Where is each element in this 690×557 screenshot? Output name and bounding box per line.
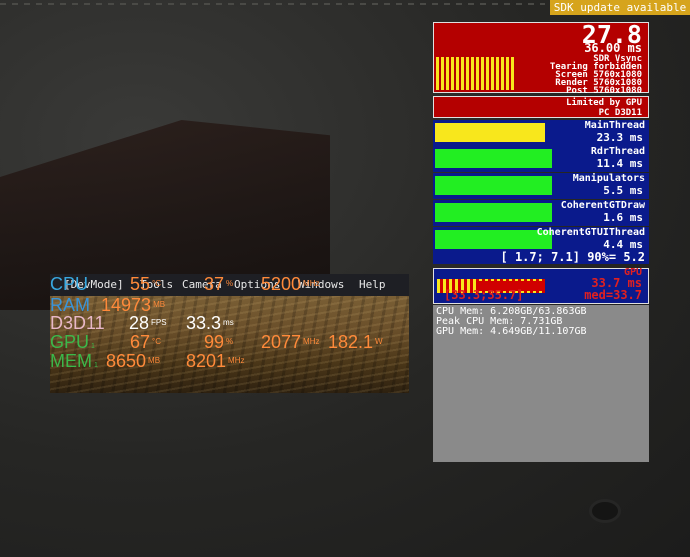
thread-name: CoherentGTDraw — [560, 200, 645, 211]
gpu-time-panel: GPU 33.7 ms [33.3;35.7] med=33.7 — [433, 267, 649, 304]
post-resolution: Post 5760x1080 — [566, 86, 642, 96]
gpu-time-median: med=33.7 — [584, 288, 642, 302]
gpu-mem-text: GPU Mem: 4.649GB/11.107GB — [436, 326, 587, 337]
thread-name: RdrThread — [590, 146, 645, 157]
fps-panel: 27.8 36.00 ms SDR Vsync Tearing forbidde… — [433, 20, 649, 96]
sdk-update-banner[interactable]: SDK update available — [550, 0, 690, 15]
d3d11-label: D3D11 — [50, 313, 105, 333]
thread-time: 1.6 ms — [603, 211, 643, 224]
thread-row-manipulators: Manipulators 5.5 ms — [433, 173, 649, 199]
thread-load-bar — [435, 123, 545, 142]
gpu-load: 99% — [204, 332, 234, 352]
thread-name: CoherentGTUIThread — [536, 227, 645, 238]
thread-row-rdrthread: RdrThread 11.4 ms — [433, 146, 649, 172]
cpu-temp: 55 °C — [130, 274, 162, 294]
thread-load-bar — [435, 230, 552, 249]
frame-time-percentile: [ 1.7; 7.1] 90%= 5.2 — [433, 250, 649, 264]
vram-usage: 8650 MB — [106, 351, 161, 371]
thread-name: MainThread — [584, 120, 645, 131]
thread-row-mainthread: MainThread 23.3 ms — [433, 120, 649, 146]
ram-label: RAM — [50, 295, 90, 315]
cpu-load: 37% — [204, 274, 234, 294]
memory-panel: CPU Mem: 6.208GB/63.863GB Peak CPU Mem: … — [433, 305, 649, 462]
gpu-time-range: [33.3;35.7] — [444, 288, 524, 302]
gpu-power: 182.1 W — [328, 332, 383, 352]
gpu-clock: 2077 MHz — [261, 332, 320, 352]
api-text: PC D3D11 — [598, 108, 642, 118]
vram-label: MEM 1 — [50, 351, 98, 371]
cpu-clock: 5200 MHz — [261, 274, 320, 294]
thread-time: 23.3 ms — [596, 131, 643, 144]
frametime-counter: 33.3 ms — [186, 313, 234, 333]
fps-counter: 28 FPS — [129, 313, 167, 333]
thread-time: 5.5 ms — [603, 184, 643, 197]
top-dashed-border — [0, 3, 545, 5]
limited-by-panel: Limited by GPU PC D3D11 — [433, 96, 649, 118]
menu-help[interactable]: Help — [359, 278, 386, 291]
vram-clock: 8201 MHz — [186, 351, 245, 371]
thread-row-coherentgtdraw: CoherentGTDraw 1.6 ms — [433, 200, 649, 226]
ram-usage: 14973 MB — [101, 295, 166, 315]
cpu-label: CPU — [50, 274, 89, 294]
background-screw — [592, 502, 618, 520]
thread-load-bar — [435, 149, 552, 168]
gpu-temp: 67 °C — [130, 332, 162, 352]
thread-load-bar — [435, 176, 552, 195]
frame-history-bars — [436, 57, 516, 90]
limited-by-text: Limited by GPU — [566, 98, 642, 108]
thread-load-bar — [435, 203, 552, 222]
frame-time-value: 36.00 ms — [584, 41, 642, 55]
thread-name: Manipulators — [572, 173, 645, 184]
thread-time: 11.4 ms — [596, 157, 643, 170]
